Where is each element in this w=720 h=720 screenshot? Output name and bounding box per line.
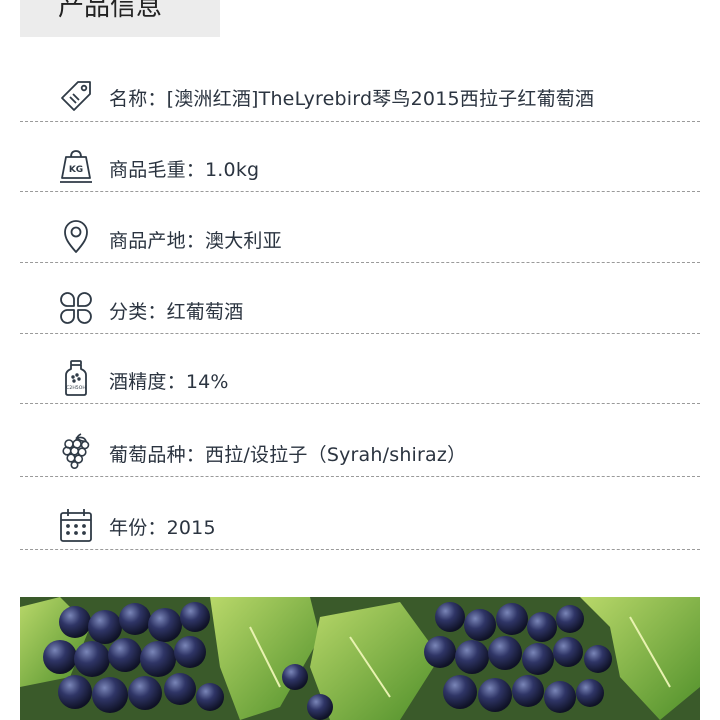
price-tag-icon — [58, 78, 94, 114]
info-row-weight: KG 商品毛重：1.0kg — [20, 122, 700, 192]
info-label: 葡萄品种： — [109, 444, 206, 466]
alcohol-value: 14% — [185, 371, 229, 393]
info-label: 酒精度： — [109, 371, 186, 393]
weight-kg-icon: KG — [58, 148, 94, 184]
calendar-icon — [58, 507, 94, 543]
info-row-name: 名称：[澳洲红酒]TheLyrebird琴鸟2015西拉子红葡萄酒 — [20, 60, 700, 122]
info-label: 分类： — [109, 301, 167, 323]
alcohol-bottle-icon: C2H5OH — [58, 360, 94, 396]
weight-value: 1.0kg — [205, 159, 260, 181]
info-row-category: 分类：红葡萄酒 — [20, 263, 700, 334]
grape-icon — [58, 433, 94, 469]
year-value: 2015 — [166, 517, 216, 539]
info-row-origin: 商品产地：澳大利亚 — [20, 192, 700, 263]
info-row-grape: 葡萄品种：西拉/设拉子（Syrah/shiraz） — [20, 404, 700, 477]
info-label: 商品产地： — [109, 230, 206, 252]
location-pin-icon — [58, 219, 94, 255]
header-tab: 产品信息 — [20, 0, 220, 37]
info-label: 年份： — [109, 517, 167, 539]
category-value: 红葡萄酒 — [166, 301, 244, 323]
bottle-icon-text: C2H5OH — [66, 385, 86, 391]
grape-value: 西拉/设拉子（Syrah/shiraz） — [205, 444, 467, 466]
weight-icon-text: KG — [69, 165, 83, 175]
origin-value: 澳大利亚 — [205, 230, 282, 252]
info-row-year: 年份：2015 — [20, 477, 700, 550]
category-grid-icon — [58, 290, 94, 326]
info-label: 名称： — [109, 88, 167, 110]
info-label: 商品毛重： — [109, 159, 206, 181]
info-row-alcohol: C2H5OH 酒精度：14% — [20, 334, 700, 404]
section-title: 产品信息 — [58, 0, 163, 22]
product-name-value: [澳洲红酒]TheLyrebird琴鸟2015西拉子红葡萄酒 — [166, 88, 595, 110]
grape-photo — [20, 597, 700, 720]
